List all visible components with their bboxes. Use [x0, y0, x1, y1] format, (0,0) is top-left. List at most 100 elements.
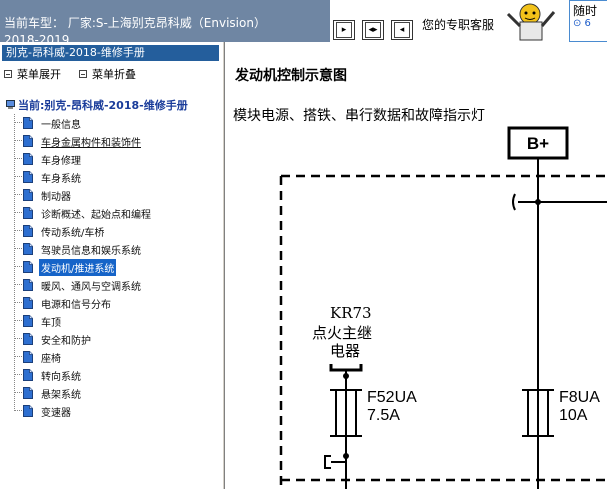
- tree-connector: [14, 320, 22, 322]
- tree-item-label: 传动系统/车桥: [41, 227, 105, 239]
- document-icon: [23, 333, 33, 345]
- vehicle-line-1: 当前车型： 厂家:S-上海别克昂科威（Envision）: [4, 16, 266, 30]
- document-icon: [23, 315, 33, 327]
- nav-back-button[interactable]: ◂: [391, 20, 413, 40]
- current-vehicle-panel: 当前车型： 厂家:S-上海别克昂科威（Envision） 2018-2019: [0, 0, 330, 42]
- relay-id: KR73: [330, 304, 372, 322]
- tree-item-driveline[interactable]: 传动系统/车桥: [14, 222, 106, 240]
- tree-connector: [14, 158, 22, 160]
- wiring-diagram: B+ F8UA 10A KR73 点火主继 电器 F52UA 7.5A: [279, 126, 607, 489]
- tree-item-general-info[interactable]: 一般信息: [14, 114, 83, 132]
- tree-item-driver-info[interactable]: 驾驶员信息和娱乐系统: [14, 240, 143, 258]
- top-banner: 当前车型： 厂家:S-上海别克昂科威（Envision） 2018-2019 ▸…: [0, 0, 607, 42]
- tree-item-roof[interactable]: 车顶: [14, 312, 63, 330]
- tree-item-label: 车身系统: [41, 173, 81, 185]
- tree-connector: [14, 194, 22, 196]
- tree-item-body-metal-trim[interactable]: 车身金属构件和装饰件: [14, 132, 143, 150]
- computer-icon: [6, 100, 15, 109]
- relay-contact: [329, 364, 363, 372]
- tree-item-label: 座椅: [41, 353, 61, 365]
- content-pane: 发动机控制示意图 模块电源、搭铁、串行数据和故障指示灯 B+ F8UA 10A …: [225, 42, 607, 489]
- collapse-box-icon: [4, 70, 12, 78]
- document-icon: [23, 135, 33, 147]
- support-mascot-icon[interactable]: [502, 0, 557, 42]
- collapse-menu-label: 菜单折叠: [92, 68, 136, 81]
- tree-item-body-systems[interactable]: 车身系统: [14, 168, 83, 186]
- tree-item-brakes[interactable]: 制动器: [14, 186, 73, 204]
- tree-connector: [14, 338, 22, 340]
- manual-title-bar: 别克-昂科威-2018-维修手册: [2, 45, 219, 61]
- collapse-box-icon: [79, 70, 87, 78]
- tree-item-label: 暖风、通风与空调系统: [41, 281, 141, 293]
- document-icon: [23, 117, 33, 129]
- tree-item-transmission[interactable]: 变速器: [14, 402, 73, 420]
- document-icon: [23, 369, 33, 381]
- tree-item-label: 一般信息: [41, 119, 81, 131]
- document-icon: [23, 171, 33, 183]
- tree-connector: [14, 356, 22, 358]
- tree-connector: [14, 140, 22, 142]
- tree-item-label: 转向系统: [41, 371, 81, 383]
- tree-connector: [14, 230, 22, 232]
- tree-connector: [14, 302, 22, 304]
- document-icon: [23, 351, 33, 363]
- tree-item-seats[interactable]: 座椅: [14, 348, 63, 366]
- current-location[interactable]: 当前:别克-昂科威-2018-维修手册: [6, 97, 188, 113]
- service-label[interactable]: 您的专职客服: [422, 16, 494, 33]
- tree-item-label: 驾驶员信息和娱乐系统: [41, 245, 141, 257]
- tree-item-body-repair[interactable]: 车身修理: [14, 150, 83, 168]
- play-left-icon: ◂: [394, 22, 410, 38]
- document-icon: [23, 153, 33, 165]
- tree-connector: [14, 248, 22, 250]
- document-icon: [23, 225, 33, 237]
- current-location-label: 当前:别克-昂科威-2018-维修手册: [18, 99, 188, 112]
- tree-item-safety[interactable]: 安全和防护: [14, 330, 93, 348]
- play-right-icon: ▸: [336, 22, 352, 38]
- tree-connector: [14, 212, 22, 214]
- nav-forward-button[interactable]: ▸: [333, 20, 355, 40]
- split-arrows-icon: ◂▸: [365, 22, 381, 38]
- document-icon: [23, 243, 33, 255]
- tree-connector: [14, 392, 22, 394]
- tree-item-label: 车身金属构件和装饰件: [41, 137, 141, 149]
- tree-item-power-signal[interactable]: 电源和信号分布: [14, 294, 113, 312]
- tree-item-label: 安全和防护: [41, 335, 91, 347]
- fuse2-rating: 10A: [559, 407, 588, 424]
- expand-menu-label: 菜单展开: [17, 68, 61, 81]
- relay-name-1: 点火主继: [312, 324, 372, 342]
- collapse-menu-button[interactable]: 菜单折叠: [79, 66, 136, 82]
- document-icon: [23, 387, 33, 399]
- tree-connector: [14, 176, 22, 178]
- contact-box[interactable]: 随时 ⊙ 6: [569, 0, 607, 42]
- sidebar: 别克-昂科威-2018-维修手册 菜单展开 菜单折叠 当前:别克-昂科威-201…: [0, 42, 223, 489]
- vehicle-line-2: 2018-2019: [4, 33, 70, 42]
- fuse1-rating: 7.5A: [367, 407, 400, 424]
- expand-menu-button[interactable]: 菜单展开: [4, 66, 61, 82]
- tree-item-engine[interactable]: 发动机/推进系统: [14, 258, 117, 276]
- tree-connector: [14, 122, 22, 124]
- tree-item-label: 诊断概述、起始点和编程: [41, 209, 151, 221]
- nav-split-button[interactable]: ◂▸: [362, 20, 384, 40]
- tree-item-steering[interactable]: 转向系统: [14, 366, 83, 384]
- document-icon: [23, 279, 33, 291]
- tree-item-label: 制动器: [41, 191, 71, 203]
- call-text: 随时: [573, 4, 598, 18]
- tree-item-suspension[interactable]: 悬架系统: [14, 384, 83, 402]
- tree-item-label: 车顶: [41, 317, 61, 329]
- tree-connector: [14, 374, 22, 376]
- tree-item-diagnostics[interactable]: 诊断概述、起始点和编程: [14, 204, 153, 222]
- tree-connector: [14, 266, 22, 268]
- tree-item-hvac[interactable]: 暖风、通风与空调系统: [14, 276, 143, 294]
- call-sub-text: ⊙ 6: [573, 18, 591, 29]
- document-icon: [23, 261, 33, 273]
- tree-item-label: 车身修理: [41, 155, 81, 167]
- tree-item-label: 变速器: [41, 407, 71, 419]
- tree-item-label: 发动机/推进系统: [39, 258, 117, 276]
- document-icon: [23, 189, 33, 201]
- tree-item-label: 悬架系统: [41, 389, 81, 401]
- document-icon: [23, 297, 33, 309]
- fuse1-name: F52UA: [367, 389, 417, 406]
- connector-bracket: [324, 455, 331, 469]
- connector-hook: [512, 193, 516, 211]
- tree-connector: [14, 284, 22, 286]
